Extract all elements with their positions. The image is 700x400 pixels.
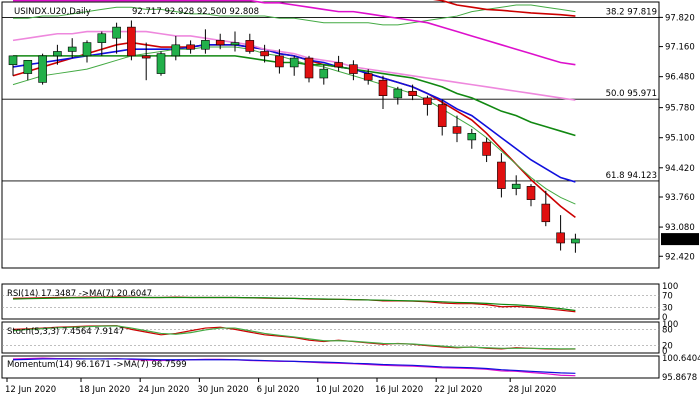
fib-label: 61.8 94.123 bbox=[606, 171, 657, 181]
candle-body bbox=[275, 55, 284, 68]
symbol-header: USINDX.U20,Daily bbox=[14, 7, 91, 17]
candle-body bbox=[497, 161, 506, 189]
candle-body bbox=[156, 53, 166, 74]
price-tick-label: 97.820 bbox=[665, 13, 695, 23]
price-tick-label: 96.480 bbox=[665, 73, 695, 83]
candle-body bbox=[556, 232, 565, 244]
fib-label: 50.0 95.971 bbox=[606, 89, 657, 99]
date-label: 24 Jun 2020 bbox=[138, 385, 189, 395]
candle-body bbox=[363, 73, 373, 81]
price-tick-label: 95.100 bbox=[665, 134, 695, 144]
price-tick-label: 97.160 bbox=[665, 43, 695, 53]
trading-chart[interactable]: 38.2 97.819 50.0 95.971 61.8 94.123 97.820… bbox=[0, 0, 700, 400]
candle-body bbox=[53, 51, 62, 57]
date-label: 6 Jul 2020 bbox=[257, 385, 300, 395]
candle-body bbox=[541, 203, 551, 223]
candle-body bbox=[349, 64, 358, 74]
indicator-tick-label: 100.6404 bbox=[662, 354, 700, 364]
candle-body bbox=[526, 186, 536, 200]
candle-body bbox=[304, 57, 314, 79]
date-label: 22 Jul 2020 bbox=[434, 385, 482, 395]
indicator-tick-label: 80 bbox=[662, 325, 673, 335]
candle-body bbox=[97, 33, 107, 43]
candle-body bbox=[289, 57, 299, 68]
candle-body bbox=[260, 51, 269, 57]
candle-body bbox=[482, 141, 491, 156]
candle-body bbox=[8, 55, 18, 66]
candle-body bbox=[38, 55, 47, 83]
candle-body bbox=[23, 59, 33, 74]
date-label: 10 Jul 2020 bbox=[316, 385, 364, 395]
price-tick-label: 92.420 bbox=[665, 252, 695, 262]
candle-body bbox=[245, 40, 255, 52]
candle-body bbox=[112, 26, 121, 39]
candle-body bbox=[67, 46, 77, 52]
candle-body bbox=[393, 88, 403, 99]
candle-body bbox=[423, 97, 432, 105]
price-tick-label: 93.760 bbox=[665, 193, 695, 203]
candle-body bbox=[127, 26, 136, 57]
candle-body bbox=[452, 126, 462, 134]
candle-body bbox=[171, 44, 181, 57]
candle-body bbox=[141, 55, 151, 59]
candle-body bbox=[378, 79, 388, 96]
indicator-tick-label: 95.8678 bbox=[662, 373, 697, 383]
stoch-title: Stoch(5,3,3) 7.4564 7.9147 bbox=[7, 327, 124, 337]
price-tick-label: 93.080 bbox=[665, 223, 695, 233]
date-label: 12 Jun 2020 bbox=[5, 385, 56, 395]
candle-body bbox=[408, 90, 417, 96]
candle-body bbox=[319, 68, 329, 79]
candle-body bbox=[571, 238, 580, 244]
rsi-title: RSI(14) 17.3487 ->MA(7) 20.6047 bbox=[7, 289, 152, 299]
candle-body bbox=[215, 40, 225, 46]
candle-body bbox=[437, 104, 447, 127]
price-tick-label: 95.780 bbox=[665, 104, 695, 114]
indicator-tick-label: 70 bbox=[662, 291, 673, 301]
momentum-title: Momentum(14) 96.1671 ->MA(7) 96.7599 bbox=[7, 360, 187, 370]
date-label: 28 Jul 2020 bbox=[508, 385, 556, 395]
date-label: 30 Jun 2020 bbox=[197, 385, 248, 395]
chart-canvas[interactable]: 38.2 97.819 50.0 95.971 61.8 94.123 97.820… bbox=[0, 0, 700, 400]
candle-body bbox=[334, 62, 343, 68]
candle-body bbox=[186, 44, 195, 50]
candle-body bbox=[230, 42, 240, 46]
date-label: 16 Jul 2020 bbox=[375, 385, 423, 395]
current-price-label: 92.808 bbox=[663, 235, 693, 245]
price-tick-label: 94.420 bbox=[665, 164, 695, 174]
candle-body bbox=[201, 40, 210, 50]
fib-label: 38.2 97.819 bbox=[606, 7, 657, 17]
ohlc-header: 92.717 92.928 92.500 92.808 bbox=[132, 7, 259, 17]
date-label: 18 Jun 2020 bbox=[79, 385, 130, 395]
candle-body bbox=[82, 42, 92, 57]
candle-body bbox=[511, 183, 521, 189]
candle-body bbox=[467, 132, 477, 141]
